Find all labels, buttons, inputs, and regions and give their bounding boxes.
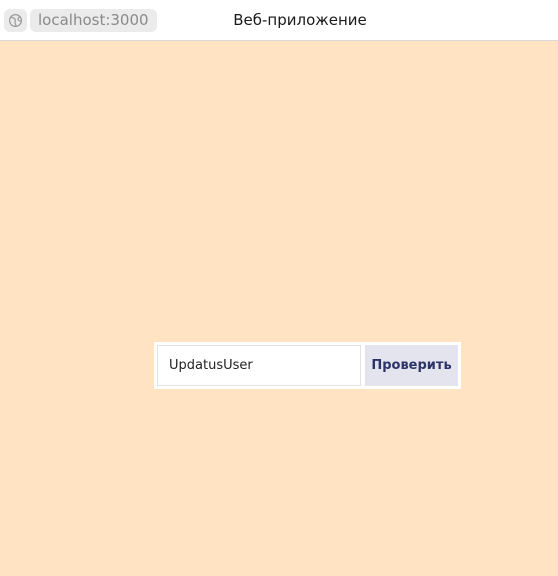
page-content: Проверить [0, 42, 558, 576]
browser-bar: localhost:3000 Веб-приложение [0, 0, 558, 41]
username-input[interactable] [157, 345, 361, 386]
username-check-form: Проверить [154, 342, 461, 389]
check-button[interactable]: Проверить [365, 345, 458, 386]
window-title: Веб-приложение [233, 11, 367, 29]
